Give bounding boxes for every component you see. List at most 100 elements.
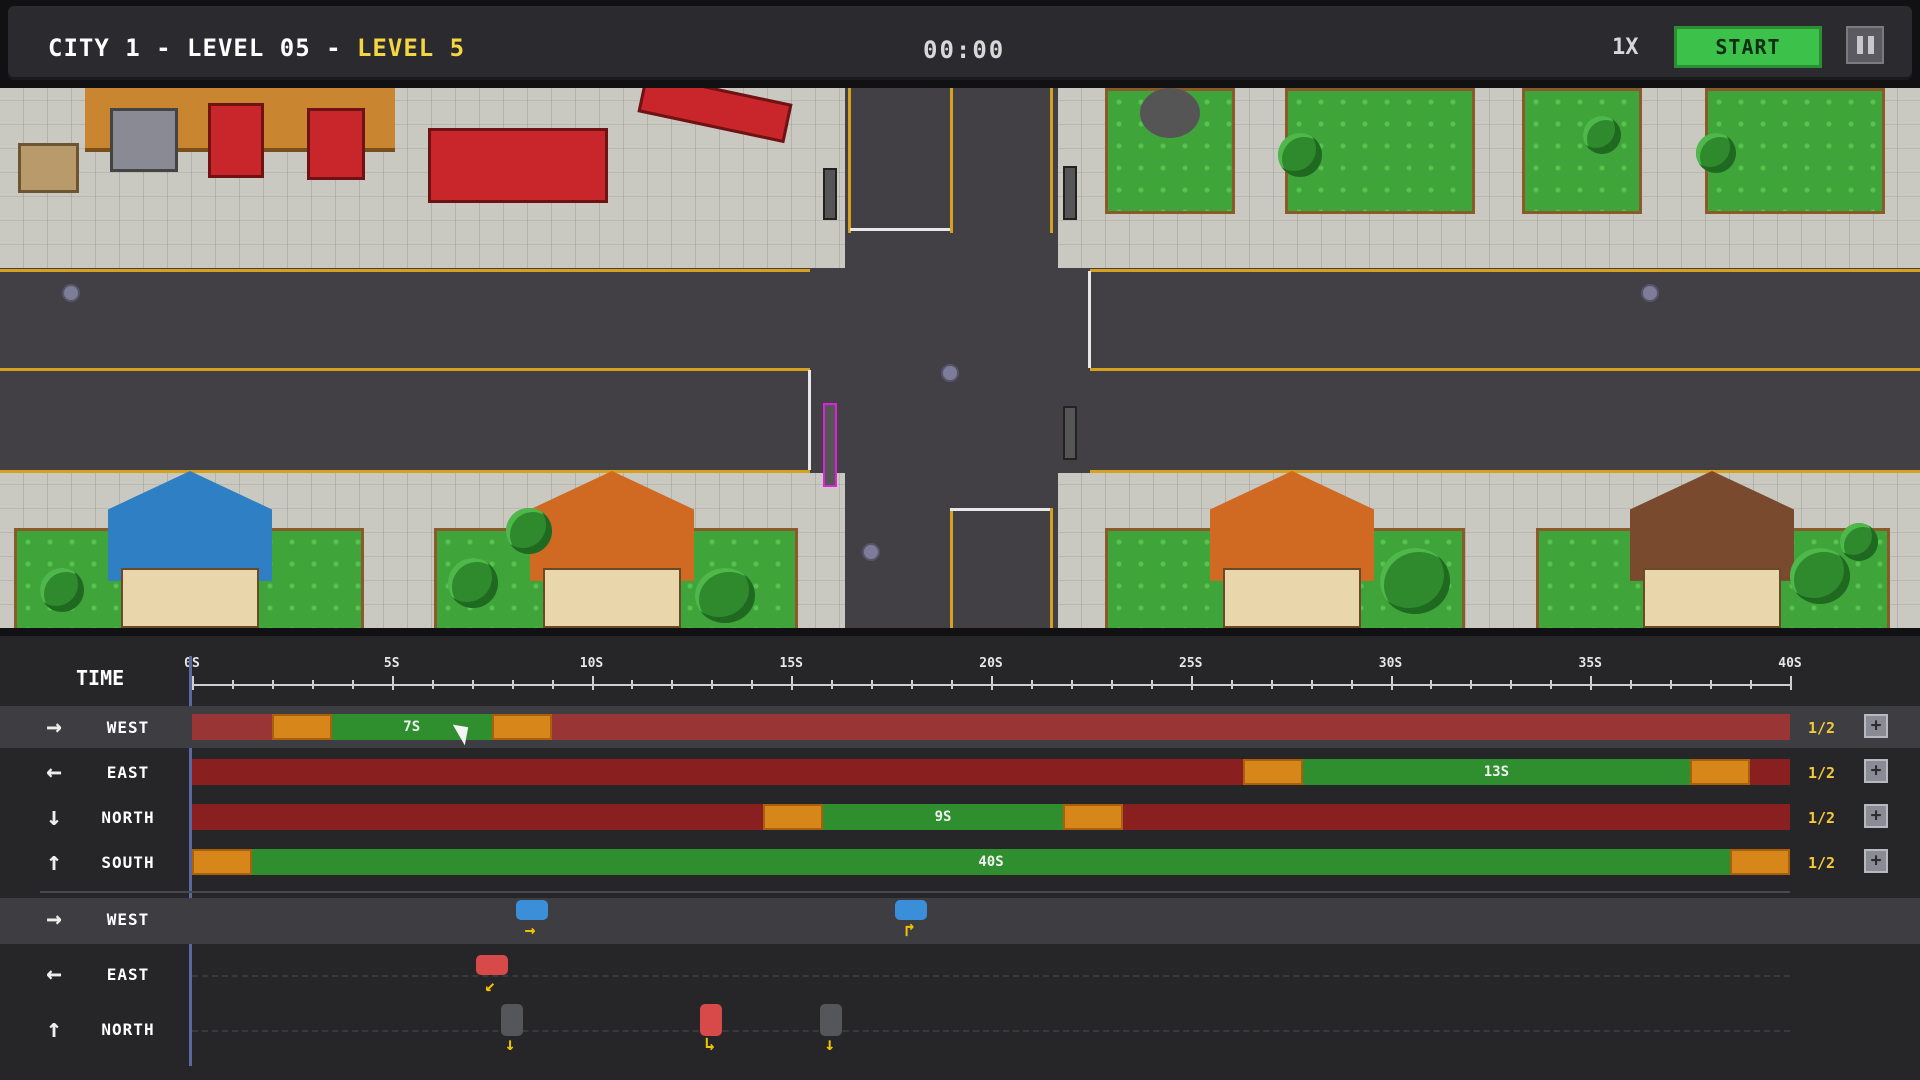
phase-count: 1/2 bbox=[1808, 854, 1836, 872]
ruler-tick bbox=[751, 680, 754, 689]
add-phase-button[interactable]: + bbox=[1864, 759, 1888, 783]
signal-row-south[interactable]: ↑ SOUTH 40S 1/2 + bbox=[0, 841, 1920, 883]
ruler-tick bbox=[1550, 680, 1553, 689]
tree bbox=[695, 568, 755, 623]
traffic-row-east: ← EAST ↙ bbox=[0, 953, 1920, 999]
tree bbox=[448, 558, 498, 608]
amber-phase[interactable] bbox=[192, 849, 252, 875]
ruler-tick-label: 40S bbox=[1778, 656, 1802, 671]
traffic-light-west[interactable] bbox=[823, 403, 837, 487]
ruler-tick-label: 5S bbox=[383, 656, 400, 671]
add-phase-button[interactable]: + bbox=[1864, 714, 1888, 738]
phase-count: 1/2 bbox=[1808, 764, 1836, 782]
fire-truck bbox=[208, 103, 264, 178]
arrow-up-icon: ↑ bbox=[46, 847, 62, 877]
phase-count: 1/2 bbox=[1808, 719, 1836, 737]
arrow-down-icon: ↓ bbox=[46, 802, 62, 832]
traffic-light-south[interactable] bbox=[1063, 406, 1077, 460]
signal-bar[interactable]: 40S bbox=[192, 849, 1790, 875]
ruler-tick bbox=[1190, 676, 1193, 690]
tree bbox=[1278, 133, 1322, 177]
ruler-tick bbox=[231, 680, 234, 689]
amber-phase[interactable] bbox=[1690, 759, 1751, 785]
ruler-tick-label: 10S bbox=[579, 656, 604, 671]
green-duration-label: 13S bbox=[1483, 764, 1510, 780]
traffic-track bbox=[192, 1030, 1790, 1032]
tree bbox=[506, 508, 552, 554]
ruler-tick bbox=[671, 680, 674, 689]
signal-row-north[interactable]: ↓ NORTH 9S 1/2 + bbox=[0, 796, 1920, 838]
signal-row-east[interactable]: ← EAST 13S 1/2 + bbox=[0, 751, 1920, 793]
signal-bar[interactable]: 9S bbox=[192, 804, 1790, 830]
traffic-light-east[interactable] bbox=[823, 168, 837, 220]
signal-row-west[interactable]: → WEST 7S 1/2 + bbox=[0, 706, 1920, 748]
arrow-right-icon: → bbox=[46, 904, 62, 934]
car-icon bbox=[500, 1004, 523, 1036]
intersection-map bbox=[0, 88, 1920, 628]
traffic-row-north: ↑ NORTH ↓ ↳ ↓ bbox=[0, 1004, 1920, 1054]
ruler-tick bbox=[1350, 680, 1353, 689]
turn-arrow-icon: ↙ bbox=[484, 975, 496, 996]
signal-bar[interactable]: 13S bbox=[192, 759, 1790, 785]
park-lawn bbox=[1522, 88, 1642, 214]
house-body bbox=[1223, 568, 1361, 628]
traffic-direction-label: NORTH bbox=[101, 1020, 155, 1039]
amber-phase[interactable] bbox=[271, 714, 332, 740]
amber-phase[interactable] bbox=[763, 804, 824, 830]
ruler-tick bbox=[1430, 680, 1433, 689]
ruler-tick bbox=[1070, 680, 1073, 689]
roof bbox=[530, 471, 694, 581]
ruler-tick bbox=[991, 676, 993, 690]
ruler-tick bbox=[1710, 680, 1713, 689]
speed-toggle[interactable]: 1X bbox=[1612, 35, 1639, 60]
ruler-tick bbox=[192, 676, 194, 690]
pause-button[interactable] bbox=[1846, 26, 1884, 64]
ruler-tick bbox=[551, 680, 554, 689]
car-icon bbox=[895, 900, 928, 920]
house-body bbox=[1643, 568, 1781, 628]
ruler-tick bbox=[271, 680, 274, 689]
amber-phase[interactable] bbox=[1730, 849, 1790, 875]
add-phase-button[interactable]: + bbox=[1864, 849, 1888, 873]
ruler-tick bbox=[831, 680, 834, 689]
timeline-panel: TIME 0S 5S 10S 15S 20S 25S 30S 35S 40S → WEST 7S… bbox=[0, 628, 1920, 1080]
traffic-light-north[interactable] bbox=[1063, 166, 1077, 220]
ruler-tick-label: 30S bbox=[1378, 656, 1403, 671]
house-body bbox=[121, 568, 259, 628]
manhole bbox=[62, 284, 80, 302]
house-body bbox=[543, 568, 681, 628]
signal-bar[interactable]: 7S bbox=[192, 714, 1790, 740]
mailbox bbox=[18, 143, 79, 193]
green-duration-label: 40S bbox=[978, 854, 1004, 870]
ruler-tick bbox=[1030, 680, 1033, 689]
amber-phase[interactable] bbox=[1242, 759, 1303, 785]
signal-direction-label: EAST bbox=[106, 763, 150, 782]
ruler-tick bbox=[431, 680, 434, 689]
ruler-tick bbox=[1630, 680, 1633, 689]
roof bbox=[1210, 471, 1374, 581]
ruler-tick bbox=[391, 676, 394, 690]
ruler-tick-label: 0S bbox=[184, 656, 200, 671]
turn-arrow-icon: ↱ bbox=[904, 920, 915, 941]
manhole bbox=[1641, 284, 1659, 302]
ruler-tick bbox=[1110, 680, 1113, 689]
tree bbox=[40, 568, 84, 612]
ruler-tick bbox=[1510, 680, 1513, 689]
ruler-tick-label: 15S bbox=[779, 656, 803, 671]
signal-direction-label: SOUTH bbox=[101, 853, 155, 872]
turn-arrow-icon: → bbox=[524, 920, 536, 941]
lane-line bbox=[950, 88, 953, 233]
station-door bbox=[110, 108, 178, 172]
car-icon bbox=[820, 1004, 843, 1036]
start-button[interactable]: START bbox=[1674, 26, 1822, 68]
ruler-tick bbox=[1270, 680, 1273, 689]
water-tank bbox=[1140, 88, 1200, 138]
signal-direction-label: WEST bbox=[106, 718, 150, 737]
time-ruler: 0S 5S 10S 15S 20S 25S 30S 35S 40S bbox=[184, 656, 1802, 696]
ruler-tick bbox=[791, 676, 794, 690]
add-phase-button[interactable]: + bbox=[1864, 804, 1888, 828]
fire-truck bbox=[307, 108, 365, 180]
amber-phase[interactable] bbox=[1062, 804, 1123, 830]
amber-phase[interactable] bbox=[491, 714, 552, 740]
traffic-row-west: → WEST → ↱ bbox=[0, 898, 1920, 944]
